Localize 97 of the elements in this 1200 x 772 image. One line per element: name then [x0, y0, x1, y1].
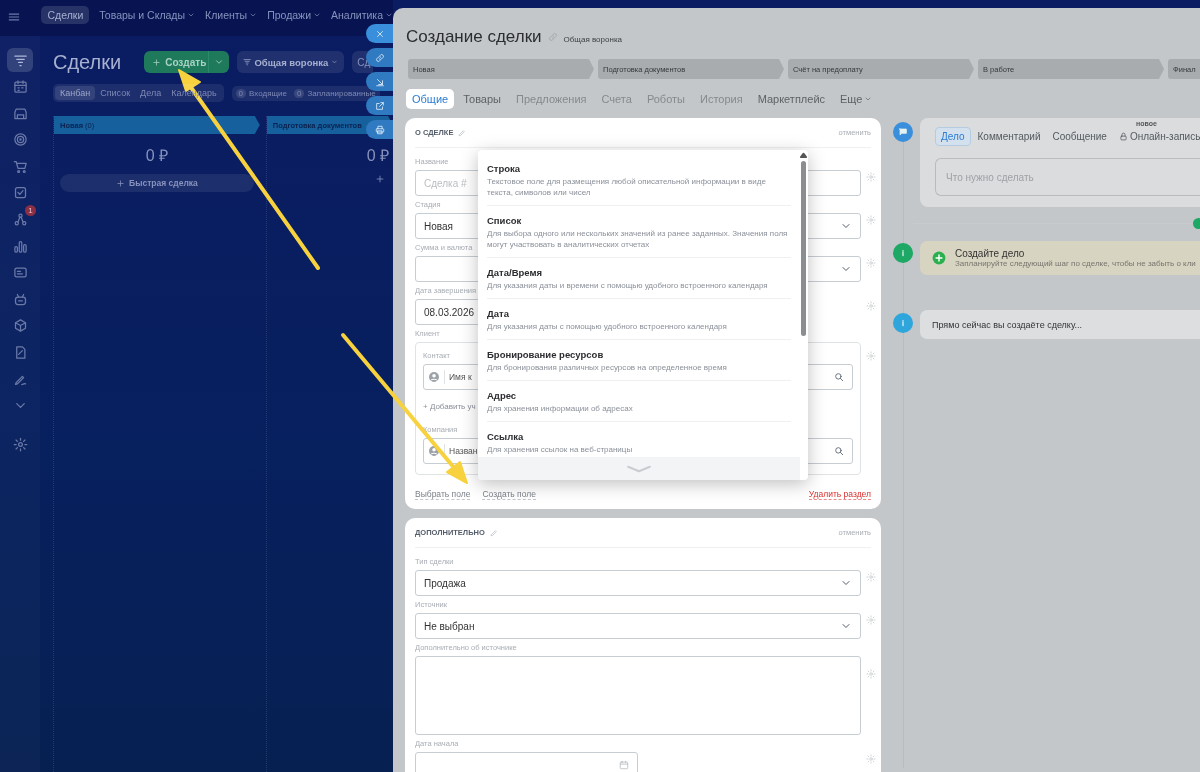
- create-button[interactable]: Создать: [144, 51, 230, 73]
- plus-icon: [116, 178, 126, 188]
- nodes-icon: [12, 212, 28, 228]
- counter-link[interactable]: Запланированные: [307, 88, 376, 98]
- add-participant-link[interactable]: + Добавить уч: [423, 402, 476, 411]
- field-type-option[interactable]: Список Для выбора одного или нескольких значений из ранее заданных. Значения поля могут участвовать в аналитических отчетах: [487, 206, 791, 258]
- nav-tab[interactable]: Товары и Склады: [99, 6, 196, 24]
- robot-icon: [12, 291, 28, 307]
- option-title: Строка: [487, 163, 522, 174]
- column-total: 0 ₽: [144, 146, 170, 166]
- option-description: Текстовое поле для размещения любой описательной информации в виде текста, символов или чисел: [487, 176, 767, 198]
- option-description: Для хранения ссылок на веб-страницы: [487, 444, 634, 455]
- option-title: Дата/Время: [487, 267, 544, 278]
- chevron-down-icon: [385, 11, 393, 19]
- chevron-down-icon: [864, 95, 873, 103]
- cart-icon: [12, 158, 28, 174]
- avatar-icon: [428, 445, 440, 457]
- funnel-icon: [243, 56, 252, 68]
- option-description: Для бронирования различных ресурсов на определенное время: [487, 362, 728, 373]
- chat-icon: [898, 127, 908, 137]
- chevron-down-icon: [214, 57, 225, 67]
- scroll-up-icon[interactable]: [800, 151, 807, 158]
- field-link[interactable]: Выбрать поле: [415, 488, 471, 500]
- target-icon: [12, 132, 28, 148]
- text-area[interactable]: [415, 656, 861, 735]
- view-tab[interactable]: Список: [95, 86, 136, 100]
- plus-circle-icon[interactable]: [932, 251, 946, 265]
- box-icon: [12, 318, 28, 334]
- composer-tab[interactable]: Комментарий: [972, 128, 1046, 145]
- nav-tab[interactable]: Аналитика: [331, 6, 393, 24]
- field-type-option[interactable]: Строка Текстовое поле для размещения любой описательной информации в виде текста, символов или чисел: [487, 154, 791, 206]
- settings-icon: [12, 436, 28, 452]
- card-icon: [12, 265, 28, 281]
- counter-link[interactable]: Входящие: [249, 88, 287, 98]
- nav-tab[interactable]: Продажи: [267, 6, 321, 24]
- field-type-option[interactable]: Бронирование ресурсов Для бронирования различных ресурсов на определенное время: [487, 340, 791, 381]
- funnel-button[interactable]: Общая воронка: [237, 51, 345, 73]
- chart-icon: [12, 238, 28, 254]
- option-title: Адрес: [487, 390, 518, 401]
- menu-icon[interactable]: [7, 10, 22, 24]
- select-field[interactable]: Продажа: [415, 570, 861, 596]
- link-icon[interactable]: [374, 52, 385, 63]
- checkbox-icon: [12, 185, 28, 201]
- calendar-icon: [12, 79, 28, 95]
- chevron-down-icon: [313, 11, 321, 19]
- todo-description: Запланируйте следующий шаг по сделке, чтобы не забыть о кли: [955, 259, 1196, 268]
- option-title: Дата: [487, 308, 510, 319]
- open-external-icon[interactable]: [374, 100, 385, 111]
- funnel-icon: [12, 52, 28, 68]
- option-title: Бронирование ресурсов: [487, 349, 605, 360]
- add-icon[interactable]: [374, 174, 385, 184]
- calendar-icon: [619, 760, 629, 770]
- tab[interactable]: Маркетплейс: [751, 89, 832, 109]
- option-description: Для хранения информации об адресах: [487, 403, 634, 414]
- delete-section-link[interactable]: Удалить раздел: [808, 488, 871, 500]
- info-text: Прямо сейчас вы создаёте сделку...: [932, 319, 1082, 330]
- option-description: Для выбора одного или нескольких значений из ранее заданных. Значения поля могут участвовать в аналитических отчетах: [487, 228, 789, 250]
- select-field[interactable]: Не выбран: [415, 613, 861, 639]
- chevron-down-icon: [187, 11, 196, 19]
- field-type-option[interactable]: Дата Для указания даты с помощью удобного встроенного календаря: [487, 299, 791, 340]
- field-type-option[interactable]: Дата/Время Для указания даты и времени с помощью удобного встроенного календаря: [487, 258, 791, 299]
- plus-icon: [152, 57, 162, 67]
- option-title: Список: [487, 215, 523, 226]
- search-icon[interactable]: [834, 372, 844, 382]
- store-icon: [12, 105, 28, 121]
- arrow-down-right-icon[interactable]: [374, 76, 385, 87]
- edit-icon[interactable]: [489, 528, 498, 537]
- quick-add-button[interactable]: Быстрая сделка: [60, 174, 254, 192]
- option-description: Для указания даты и времени с помощью удобного встроенного календаря: [487, 280, 769, 291]
- view-tab[interactable]: Канбан: [55, 86, 96, 100]
- close-icon[interactable]: [374, 28, 385, 39]
- field-type-option[interactable]: Адрес Для хранения информации об адресах: [487, 381, 791, 422]
- option-description: Для указания даты с помощью удобного встроенного календаря: [487, 321, 728, 332]
- view-tab[interactable]: Дела: [135, 86, 167, 100]
- nav-tab[interactable]: Клиенты: [205, 6, 258, 24]
- page-title: Сделки: [53, 50, 122, 74]
- composer-tab[interactable]: Дело: [935, 127, 971, 146]
- column-total: 0 ₽: [365, 146, 390, 166]
- field-link[interactable]: Создать поле: [482, 488, 536, 500]
- chevron-down-icon: [249, 11, 258, 19]
- avatar-icon: [428, 371, 440, 383]
- date-field[interactable]: [415, 752, 638, 772]
- sidebar-item[interactable]: 1: [7, 207, 33, 232]
- sidebar-item[interactable]: [7, 48, 33, 72]
- search-icon[interactable]: [834, 446, 844, 456]
- composer-tab[interactable]: Сообщение: [1047, 128, 1112, 145]
- notification-badge: 1: [25, 204, 36, 216]
- funnel-name: Общая воронка: [563, 35, 622, 44]
- print-icon[interactable]: [374, 124, 385, 135]
- panel-title: Создание сделки: [406, 27, 542, 47]
- tab[interactable]: Общие: [406, 89, 455, 109]
- option-title: Ссылка: [487, 431, 525, 442]
- tab[interactable]: Товары: [457, 89, 507, 109]
- nav-tab[interactable]: Сделки: [41, 6, 90, 24]
- tab[interactable]: Еще: [834, 89, 879, 109]
- todo-title: Создайте дело: [955, 248, 1026, 259]
- edit-icon[interactable]: [458, 128, 467, 137]
